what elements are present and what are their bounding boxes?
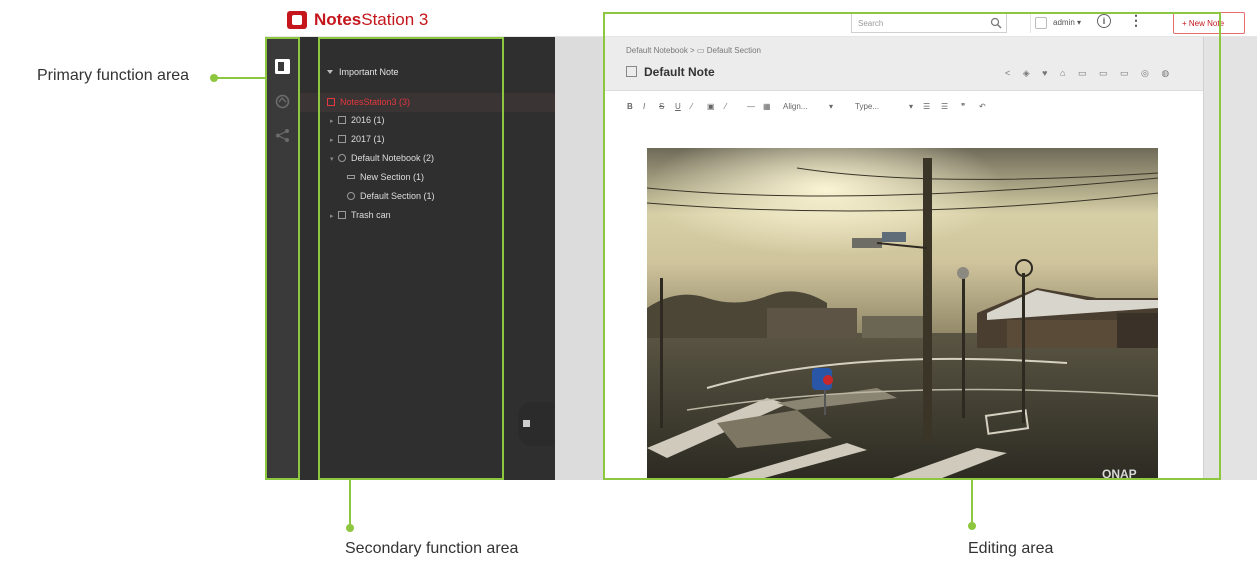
editing-callout-line	[971, 480, 973, 526]
annotated-screenshot: NotesStation 3 Search admin ▾ i ⋮ + New …	[0, 0, 1257, 565]
primary-callout-line	[216, 77, 266, 79]
app-title: NotesStation 3	[314, 10, 429, 29]
editing-callout-dot	[968, 522, 976, 530]
editing-area-frame	[603, 12, 1221, 480]
secondary-callout-dot	[346, 524, 354, 532]
primary-area-frame	[265, 37, 300, 480]
secondary-area-label: Secondary function area	[345, 540, 519, 557]
editing-area-label: Editing area	[968, 540, 1054, 557]
app-logo-icon	[287, 11, 307, 29]
secondary-callout-line	[349, 480, 351, 528]
collapse-panel-handle[interactable]	[518, 402, 554, 446]
primary-area-label: Primary function area	[37, 67, 190, 84]
secondary-area-frame	[318, 37, 504, 480]
